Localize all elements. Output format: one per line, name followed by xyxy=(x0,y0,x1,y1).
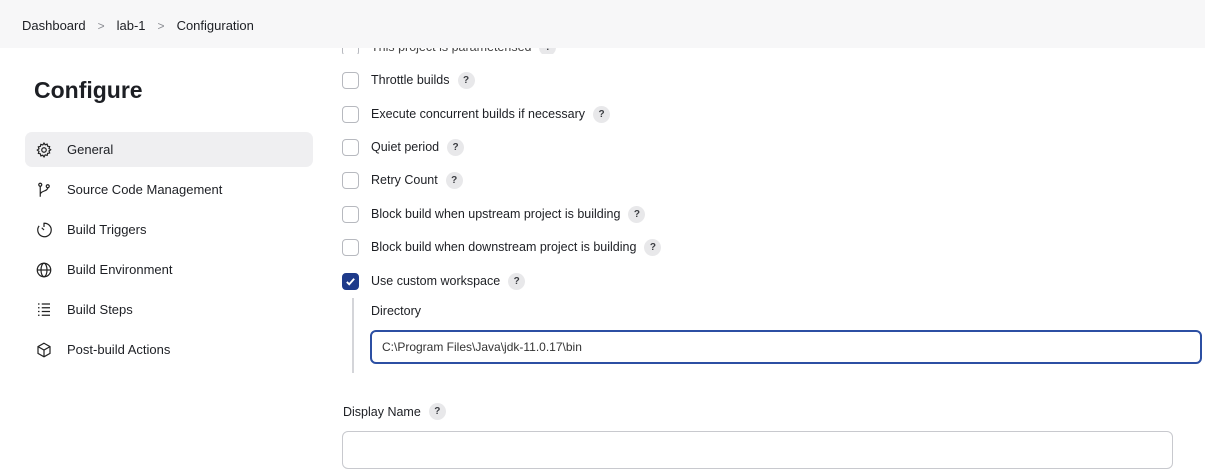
custom-workspace-checkbox[interactable] xyxy=(342,272,359,290)
display-name-label-row: Display Name ? xyxy=(343,403,446,420)
package-icon xyxy=(35,341,53,359)
timer-icon xyxy=(35,221,53,239)
sidebar-item-label: Source Code Management xyxy=(67,182,223,197)
option-block-upstream: Block build when upstream project is bui… xyxy=(342,203,646,225)
breadcrumb-lab-1[interactable]: lab-1 xyxy=(117,18,146,33)
checkmark-icon xyxy=(346,277,355,286)
sidebar-item-label: General xyxy=(67,142,114,157)
sidebar-nav: General Source Code Management Build Tri… xyxy=(25,132,313,372)
option-retry-count: Retry Count ? xyxy=(342,169,463,191)
nested-section-line xyxy=(352,298,354,373)
help-icon[interactable]: ? xyxy=(428,403,446,420)
option-block-downstream: Block build when downstream project is b… xyxy=(342,236,662,258)
option-label: Quiet period xyxy=(371,140,440,154)
help-icon[interactable]: ? xyxy=(457,71,475,89)
sidebar-item-general[interactable]: General xyxy=(25,132,313,167)
breadcrumb-configuration[interactable]: Configuration xyxy=(177,18,254,33)
help-icon[interactable]: ? xyxy=(508,272,526,290)
help-icon[interactable]: ? xyxy=(447,138,465,156)
option-quiet-period: Quiet period ? xyxy=(342,136,465,158)
option-label: Block build when upstream project is bui… xyxy=(371,207,621,221)
option-label: Throttle builds xyxy=(371,73,450,87)
help-icon[interactable]: ? xyxy=(628,205,646,223)
option-label: Execute concurrent builds if necessary xyxy=(371,107,585,121)
breadcrumb-separator: > xyxy=(157,18,165,33)
concurrent-builds-checkbox[interactable] xyxy=(342,105,359,123)
branch-icon xyxy=(35,181,53,199)
sidebar-item-build-triggers[interactable]: Build Triggers xyxy=(25,212,313,247)
display-name-label: Display Name xyxy=(343,404,421,419)
help-icon[interactable]: ? xyxy=(644,238,662,256)
help-icon[interactable]: ? xyxy=(445,171,463,189)
option-concurrent-builds: Execute concurrent builds if necessary ? xyxy=(342,103,610,125)
directory-label: Directory xyxy=(371,304,422,318)
quiet-period-checkbox[interactable] xyxy=(342,138,359,156)
block-upstream-checkbox[interactable] xyxy=(342,205,359,223)
option-label: Use custom workspace xyxy=(371,274,501,288)
retry-count-checkbox[interactable] xyxy=(342,171,359,189)
config-form: This project is parameterised ? Throttle… xyxy=(342,0,1202,469)
help-icon[interactable]: ? xyxy=(593,105,610,123)
breadcrumb: Dashboard > lab-1 > Configuration xyxy=(22,18,254,33)
option-custom-workspace: Use custom workspace ? xyxy=(342,270,526,292)
sidebar-item-source-code-management[interactable]: Source Code Management xyxy=(25,172,313,207)
sidebar-item-label: Build Triggers xyxy=(67,222,147,237)
gear-icon xyxy=(35,141,53,159)
breadcrumb-bar: Dashboard > lab-1 > Configuration xyxy=(0,0,1205,48)
sidebar-item-build-steps[interactable]: Build Steps xyxy=(25,292,313,327)
option-label: Block build when downstream project is b… xyxy=(371,240,637,254)
sidebar-item-label: Build Environment xyxy=(67,262,173,277)
page-title: Configure xyxy=(34,77,143,103)
option-label: Retry Count xyxy=(371,173,438,187)
sidebar: Configure General Source Code Management… xyxy=(0,48,330,461)
directory-input[interactable] xyxy=(370,330,1202,364)
breadcrumb-separator: > xyxy=(97,18,105,33)
sidebar-item-post-build-actions[interactable]: Post-build Actions xyxy=(25,332,313,367)
breadcrumb-dashboard[interactable]: Dashboard xyxy=(22,18,86,33)
list-icon xyxy=(35,301,53,319)
globe-icon xyxy=(35,261,53,279)
sidebar-item-build-environment[interactable]: Build Environment xyxy=(25,252,313,287)
block-downstream-checkbox[interactable] xyxy=(342,238,359,256)
option-throttle-builds: Throttle builds ? xyxy=(342,69,475,91)
sidebar-item-label: Post-build Actions xyxy=(67,342,171,357)
sidebar-item-label: Build Steps xyxy=(67,302,133,317)
throttle-builds-checkbox[interactable] xyxy=(342,71,359,89)
display-name-input[interactable] xyxy=(342,431,1173,469)
